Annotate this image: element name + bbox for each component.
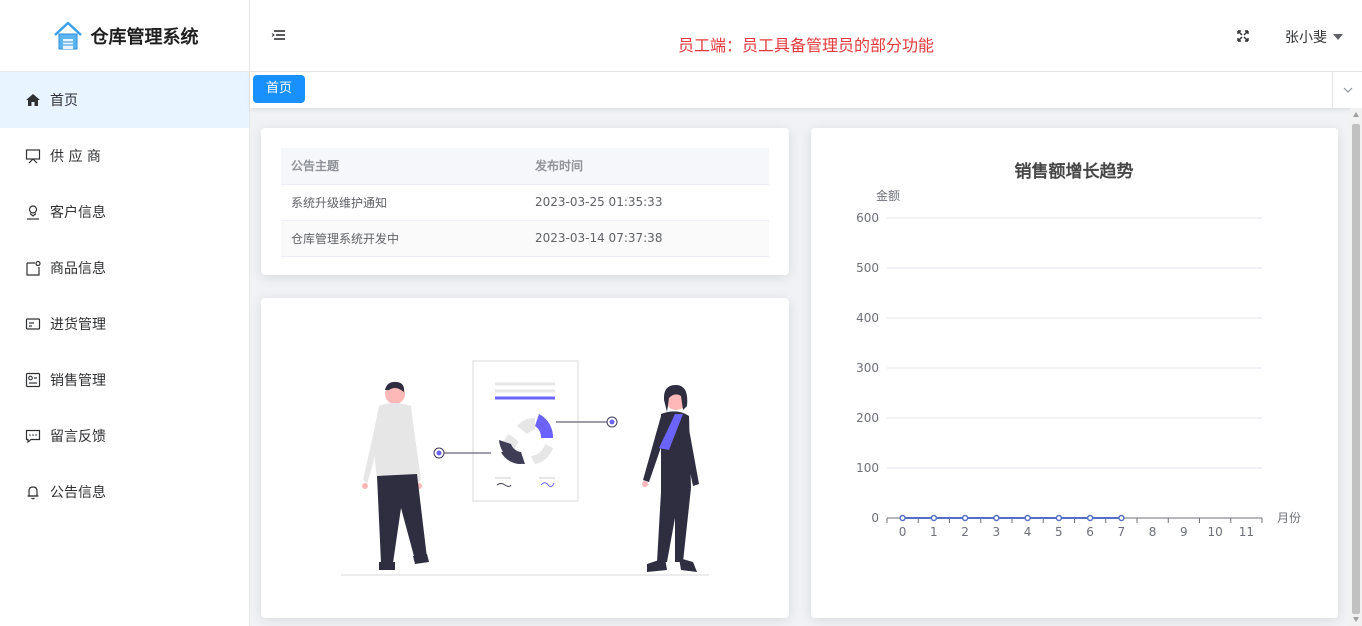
easel-icon (24, 147, 42, 165)
top-header: 员工端：员工具备管理员的部分功能 张小斐 (250, 0, 1362, 72)
y-tick-label: 0 (871, 511, 879, 525)
x-tick-label: 8 (1149, 525, 1157, 539)
home-icon (24, 91, 42, 109)
sidebar-item-customers[interactable]: 客户信息 (0, 184, 249, 240)
sidebar-item-label: 供 应 商 (50, 149, 101, 165)
fullscreen-icon[interactable] (1235, 28, 1251, 44)
data-point[interactable] (1086, 514, 1094, 522)
table-row[interactable]: 仓库管理系统开发中 2023-03-14 07:37:38 (281, 220, 769, 257)
sales-icon (24, 371, 42, 389)
illustration-card (261, 298, 789, 618)
scrollbar-thumb[interactable] (1352, 124, 1360, 614)
sidebar-item-label: 商品信息 (50, 261, 106, 277)
logo[interactable]: 仓库管理系统 (0, 0, 249, 72)
x-tick-label: 2 (961, 525, 969, 539)
x-tick-label: 5 (1055, 525, 1063, 539)
caret-down-icon (1333, 34, 1343, 40)
user-icon (24, 203, 42, 221)
sidebar-item-suppliers[interactable]: 供 应 商 (0, 128, 249, 184)
x-tick-label: 4 (1024, 525, 1032, 539)
y-tick-label: 200 (856, 411, 879, 425)
table-row[interactable]: 系统升级维护通知 2023-03-25 01:35:33 (281, 184, 769, 221)
tabs-dropdown-button[interactable] (1332, 72, 1362, 108)
warehouse-logo-icon (51, 19, 85, 53)
sidebar-item-label: 留言反馈 (50, 429, 106, 445)
sidebar-menu: 首页 供 应 商 客户信息 商品信息 进货管理 销售管理 留言反馈 公告信息 (0, 72, 249, 520)
sidebar-item-purchase[interactable]: 进货管理 (0, 296, 249, 352)
y-tick-label: 400 (856, 311, 879, 325)
notice-time: 2023-03-25 01:35:33 (525, 184, 769, 221)
y-tick-label: 300 (856, 361, 879, 375)
sales-line-chart: 销售额增长趋势 金额 月份 0 100 200 300 400 500 600 0 1 2 3 4 5… (856, 161, 1301, 539)
x-tick-label: 7 (1118, 525, 1126, 539)
data-point[interactable] (961, 514, 969, 522)
scroll-up-icon[interactable] (1353, 112, 1359, 117)
notice-time: 2023-03-14 07:37:38 (525, 220, 769, 257)
notice-card: 公告主题 发布时间 系统升级维护通知 2023-03-25 01:35:33 仓… (261, 128, 789, 275)
data-point[interactable] (1118, 514, 1125, 522)
notice-topic: 系统升级维护通知 (281, 184, 525, 221)
y-tick-label: 600 (856, 211, 879, 225)
page-scrollbar[interactable] (1350, 108, 1362, 626)
notice-table: 公告主题 发布时间 系统升级维护通知 2023-03-25 01:35:33 仓… (281, 148, 769, 257)
sidebar-item-label: 销售管理 (50, 373, 106, 389)
y-tick-label: 500 (856, 261, 879, 275)
column-header-topic[interactable]: 公告主题 (281, 148, 525, 185)
sidebar-item-sales[interactable]: 销售管理 (0, 352, 249, 408)
sidebar-item-label: 客户信息 (50, 205, 106, 221)
column-header-time[interactable]: 发布时间 (525, 148, 769, 185)
x-tick-label: 1 (930, 525, 938, 539)
scroll-down-icon[interactable] (1353, 617, 1359, 622)
y-tick-label: 100 (856, 461, 879, 475)
notice-topic: 仓库管理系统开发中 (281, 220, 525, 257)
x-tick-label: 3 (993, 525, 1001, 539)
sidebar-item-announcements[interactable]: 公告信息 (0, 464, 249, 520)
x-tick-label: 9 (1180, 525, 1188, 539)
y-axis-label: 金额 (876, 188, 900, 203)
chat-icon (24, 427, 42, 445)
x-tick-label: 6 (1086, 525, 1094, 539)
chart-title: 销售额增长趋势 (1015, 161, 1134, 182)
data-point[interactable] (899, 514, 906, 522)
purchase-icon (24, 315, 42, 333)
x-tick-label: 11 (1239, 525, 1254, 539)
bell-icon (24, 483, 42, 501)
user-dropdown[interactable]: 张小斐 (1285, 27, 1343, 47)
data-point[interactable] (1024, 514, 1031, 522)
sidebar-item-home[interactable]: 首页 (0, 72, 249, 128)
sales-chart-card: 销售额增长趋势 金额 月份 0 100 200 300 400 500 600 0 1 2 3 4 5… (811, 128, 1338, 618)
user-name: 张小斐 (1285, 30, 1327, 46)
app-title: 仓库管理系统 (90, 26, 199, 48)
data-point[interactable] (993, 514, 1000, 522)
role-notice: 员工端：员工具备管理员的部分功能 (677, 36, 934, 55)
sidebar-item-label: 公告信息 (50, 485, 106, 501)
x-tick-label: 0 (899, 525, 907, 539)
team-analytics-illustration (341, 360, 709, 576)
sidebar: 仓库管理系统 首页 供 应 商 客户信息 商品信息 进货管理 销售管理 留言反馈… (0, 0, 250, 626)
goods-icon (24, 259, 42, 277)
sidebar-item-label: 进货管理 (50, 317, 106, 333)
data-point[interactable] (1055, 514, 1063, 522)
x-tick-label: 10 (1207, 525, 1222, 539)
x-axis-label: 月份 (1277, 511, 1301, 525)
tab-home[interactable]: 首页 (253, 75, 306, 103)
tabs-bar: 首页 (250, 72, 1362, 108)
sidebar-item-goods[interactable]: 商品信息 (0, 240, 249, 296)
sidebar-item-feedback[interactable]: 留言反馈 (0, 408, 249, 464)
chevron-down-icon (1343, 87, 1352, 93)
data-point[interactable] (930, 514, 938, 522)
sidebar-item-label: 首页 (50, 93, 78, 109)
